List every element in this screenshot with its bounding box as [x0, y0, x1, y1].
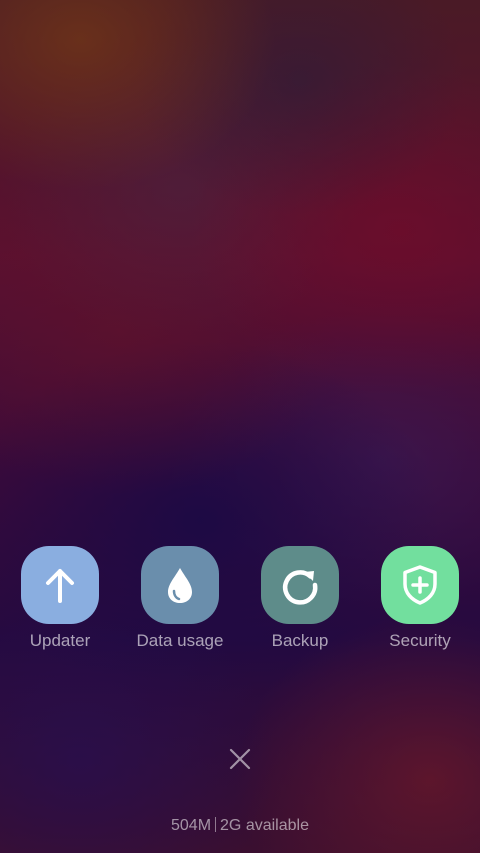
shield-plus-icon: [403, 565, 437, 605]
updater-icon-tile: [21, 546, 99, 624]
close-button[interactable]: [225, 744, 255, 774]
data-usage-toggle[interactable]: Data usage: [120, 546, 240, 651]
memory-separator: [215, 817, 217, 832]
backup-icon-tile: [261, 546, 339, 624]
data-usage-label: Data usage: [136, 631, 224, 650]
quick-toggles: Updater Data usage Backup Security: [0, 546, 480, 666]
close-icon: [229, 748, 251, 770]
security-label: Security: [389, 631, 451, 650]
data-usage-icon-tile: [141, 546, 219, 624]
memory-free: 504M: [171, 817, 212, 834]
security-icon-tile: [381, 546, 459, 624]
refresh-icon: [282, 570, 318, 605]
backup-label: Backup: [271, 631, 329, 650]
water-drop-icon: [168, 568, 192, 603]
security-toggle[interactable]: Security: [360, 546, 480, 651]
updater-label: Updater: [29, 631, 91, 650]
memory-status: 504M 2G available: [0, 816, 480, 836]
memory-available: 2G available: [220, 817, 309, 834]
backup-toggle[interactable]: Backup: [240, 546, 360, 651]
updater-toggle[interactable]: Updater: [0, 546, 120, 651]
arrow-up-icon: [46, 569, 74, 603]
